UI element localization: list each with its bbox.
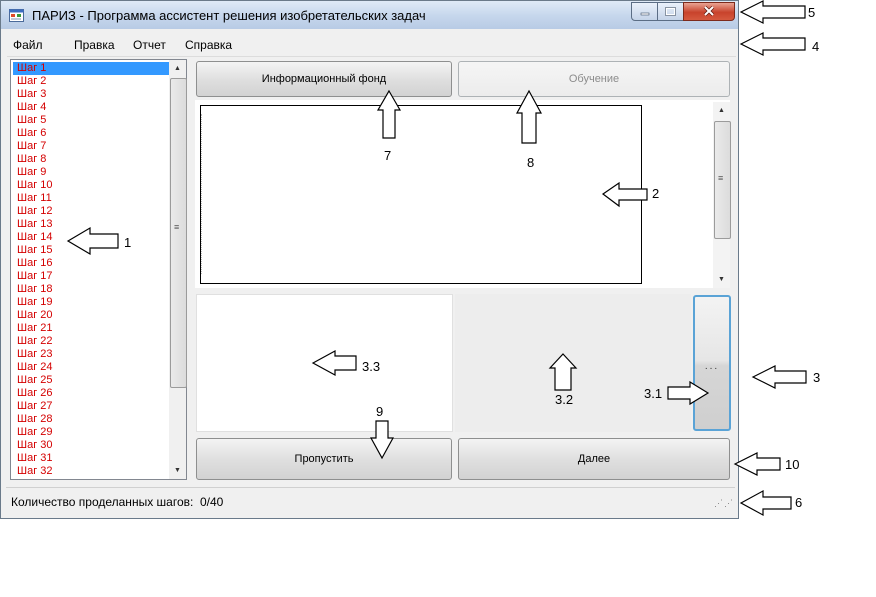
arrow-left-icon <box>739 32 806 56</box>
arrow-left-icon <box>733 452 781 476</box>
annotation-label: 8 <box>527 155 535 170</box>
annotation-label: 3.1 <box>644 386 663 401</box>
annotation-label: 9 <box>376 404 384 419</box>
annotation-label: 2 <box>652 186 660 201</box>
arrow-left-icon <box>739 0 806 24</box>
arrow-right-icon <box>667 380 710 406</box>
annotation-label: 3.3 <box>362 359 381 374</box>
annotation-label: 5 <box>808 5 816 20</box>
arrow-up-icon <box>376 89 402 139</box>
arrow-left-icon <box>601 181 648 208</box>
annotation-label: 7 <box>384 148 392 163</box>
annotation-label: 1 <box>124 235 132 250</box>
annotation-label: 6 <box>795 495 803 510</box>
arrow-left-icon <box>66 226 119 256</box>
annotation-label: 3.2 <box>555 392 574 407</box>
annotation-overlay <box>66 0 807 517</box>
arrow-up-icon <box>515 89 543 144</box>
arrow-left-icon <box>311 349 357 377</box>
arrow-down-icon <box>369 420 395 460</box>
arrow-up-icon <box>548 353 578 391</box>
arrow-left-icon <box>739 489 792 517</box>
annotation-label: 4 <box>812 39 820 54</box>
arrow-left-icon <box>751 365 807 389</box>
annotation-label: 10 <box>785 457 800 472</box>
annotation-label: 3 <box>813 370 821 385</box>
